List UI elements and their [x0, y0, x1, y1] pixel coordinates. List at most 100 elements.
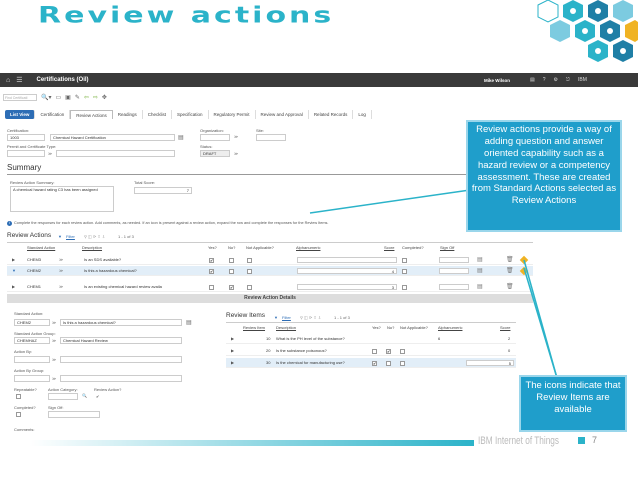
score-field[interactable]	[297, 257, 397, 263]
review-items-warning-icon[interactable]	[519, 266, 529, 276]
longdesc-icon[interactable]: ▤	[178, 134, 184, 141]
std-group-lookup-icon[interactable]: ≫	[52, 338, 56, 343]
action-lookup-icon[interactable]: ≫	[59, 282, 63, 292]
na-checkbox[interactable]	[247, 268, 252, 274]
sign-off-field[interactable]	[439, 257, 469, 263]
workflow-icon[interactable]: ✥	[102, 94, 107, 101]
expand-row-icon[interactable]: ▶	[231, 346, 234, 356]
col-description[interactable]: Description	[82, 245, 102, 250]
no-checkbox[interactable]	[229, 268, 234, 274]
bulletin-icon[interactable]: ▤	[530, 77, 535, 83]
col-item-description[interactable]: Description	[276, 325, 296, 330]
detail-icon[interactable]: ▤	[477, 282, 483, 292]
category-field[interactable]	[48, 393, 78, 400]
review-actions-pager[interactable]: 1 - 1 of 3	[118, 234, 134, 239]
tab-regulatory-permit[interactable]: Regulatory Permit	[209, 109, 256, 119]
detail-icon[interactable]: ▤	[477, 266, 483, 276]
tab-readings[interactable]: Readings	[113, 109, 143, 119]
collapse-row-icon[interactable]: ▼	[12, 266, 16, 276]
col-item-alphanumeric[interactable]: Alphanumeric	[438, 325, 462, 330]
col-score[interactable]: Score	[384, 245, 394, 250]
col-item-score[interactable]: Score	[500, 325, 510, 330]
score-field[interactable]: 4	[297, 268, 397, 274]
sign-off-field[interactable]	[439, 268, 469, 274]
std-action-lookup-icon[interactable]: ≫	[52, 320, 56, 325]
no-checkbox[interactable]: ✔	[386, 348, 391, 354]
expand-row-icon[interactable]: ▶	[12, 255, 15, 265]
std-action-desc-field[interactable]: Is this a hazardous chemical?	[60, 319, 182, 326]
completed-checkbox[interactable]	[402, 268, 407, 274]
review-actions-filter[interactable]: Filter	[66, 234, 75, 239]
tab-list-view[interactable]: List View	[5, 109, 36, 119]
longdesc-icon[interactable]: ▤	[186, 319, 192, 326]
delete-icon[interactable]: 🗑	[506, 255, 514, 265]
table-row[interactable]: ▶ CHEM3 ≫ Is an SDS available? ✔ ▤ 🗑	[7, 255, 533, 265]
certification-description-field[interactable]: Chemical Hazard Certification	[50, 134, 175, 141]
organization-field[interactable]	[200, 134, 230, 141]
permit-lookup-icon[interactable]: ≫	[48, 151, 52, 156]
no-checkbox[interactable]	[386, 360, 391, 366]
completed-checkbox[interactable]	[16, 412, 21, 417]
col-review-item[interactable]: Review Item	[243, 325, 265, 330]
previous-icon[interactable]: ⇦	[84, 94, 89, 101]
search-input[interactable]: Find Certificati	[3, 93, 37, 101]
col-alphanumeric[interactable]: Alphanumeric	[296, 245, 320, 250]
action-by-group-lookup-icon[interactable]: ≫	[52, 376, 56, 381]
no-checkbox[interactable]: ✔	[229, 284, 234, 290]
expand-row-icon[interactable]: ▶	[231, 334, 234, 344]
delete-icon[interactable]: 🗑	[506, 282, 514, 292]
tab-review-approval[interactable]: Review and Approval	[256, 109, 309, 119]
na-checkbox[interactable]	[400, 348, 405, 354]
review-items-filter[interactable]: Filter	[282, 315, 291, 320]
review-items-toolbar-icons[interactable]: ⚲ ◫ ⟳ ⇧ ⇩	[300, 315, 321, 320]
completed-checkbox[interactable]	[402, 257, 407, 263]
col-sign-off[interactable]: Sign Off	[440, 245, 454, 250]
list-item[interactable]: ▶ 10 What is the PH level of the substan…	[226, 334, 516, 344]
menu-icon[interactable]: ☰	[16, 76, 22, 84]
action-by-group-field[interactable]	[14, 375, 50, 382]
permit-type-field[interactable]	[7, 150, 45, 157]
new-record-icon[interactable]: ▭	[55, 94, 61, 101]
home-icon[interactable]: ⌂	[6, 77, 10, 84]
col-standard-action[interactable]: Standard Action	[27, 245, 55, 250]
action-lookup-icon[interactable]: ≫	[59, 255, 63, 265]
na-checkbox[interactable]	[247, 284, 252, 290]
signoff-field[interactable]	[48, 411, 100, 418]
review-action-summary-field[interactable]: A chemical hazard rating C3 has been ass…	[10, 186, 114, 212]
tab-review-actions[interactable]: Review Actions	[70, 109, 113, 119]
save-icon[interactable]: ▣	[65, 94, 71, 101]
organization-lookup-icon[interactable]: ≫	[234, 134, 238, 139]
tab-related-records[interactable]: Related Records	[309, 109, 354, 119]
user-name[interactable]: Mike Wilson	[484, 78, 510, 83]
action-by-group-desc-field[interactable]	[60, 375, 182, 382]
review-items-pager[interactable]: 1 - 1 of 3	[334, 315, 350, 320]
expand-row-icon[interactable]: ▶	[12, 282, 15, 292]
list-item[interactable]: ▶ 30 Is the chemical for manufacturing u…	[226, 358, 516, 368]
help-icon[interactable]: ?	[543, 77, 546, 83]
std-group-field[interactable]: CHEMHAZ	[14, 337, 50, 344]
table-row[interactable]: ▶ CHEM1 ≫ Is an existing chemical hazard…	[7, 282, 533, 292]
filter-icon[interactable]: ▼	[274, 315, 278, 320]
std-group-desc-field[interactable]: Chemical Hazard Review	[60, 337, 182, 344]
item-score-field[interactable]: 5	[466, 360, 514, 366]
yes-checkbox[interactable]	[209, 284, 214, 290]
no-checkbox[interactable]	[229, 257, 234, 263]
tab-checklist[interactable]: Checklist	[143, 109, 172, 119]
na-checkbox[interactable]	[247, 257, 252, 263]
settings-icon[interactable]: ⚙	[554, 77, 558, 83]
category-search-icon[interactable]: 🔍	[82, 393, 87, 398]
yes-checkbox[interactable]: ✔	[209, 257, 214, 263]
tab-certification[interactable]: Certification	[35, 109, 71, 119]
expand-row-icon[interactable]: ▶	[231, 358, 234, 368]
review-actions-toolbar-icons[interactable]: ⚲ ◫ ⟳ ⇧ ⇩	[84, 234, 105, 239]
next-icon[interactable]: ⇨	[93, 94, 98, 101]
yes-checkbox[interactable]: ✔	[372, 360, 377, 366]
review-items-warning-icon[interactable]	[519, 255, 529, 265]
filter-icon[interactable]: ▼	[58, 234, 62, 239]
site-field[interactable]	[256, 134, 286, 141]
na-checkbox[interactable]	[400, 360, 405, 366]
logout-icon[interactable]: ⎋	[566, 77, 570, 83]
score-field[interactable]: 3	[297, 284, 397, 290]
action-by-desc-field[interactable]	[60, 356, 182, 363]
certification-field[interactable]: 1003	[7, 134, 45, 141]
